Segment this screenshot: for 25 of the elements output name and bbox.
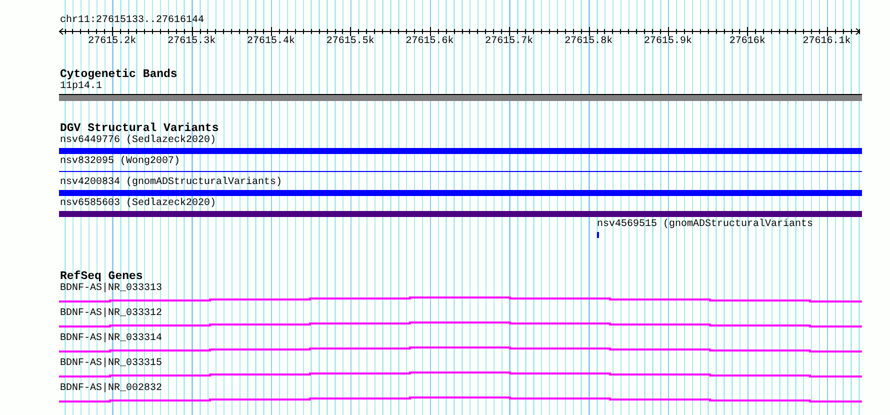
variant-label: nsv6585603 (Sedlazeck2020) [60, 198, 216, 210]
tick-label: 27615.6k [406, 36, 454, 48]
variant-label: nsv6449776 (Sedlazeck2020) [60, 135, 216, 147]
variant-label: nsv4200834 (gnomADStructuralVariants) [60, 177, 282, 189]
tick-label: 27615.5k [326, 36, 374, 48]
track-title: DGV Structural Variants [60, 122, 219, 135]
gene-label: BDNF-AS|NR_033314 [60, 333, 162, 345]
track-title: Cytogenetic Bands [60, 68, 178, 81]
track-title: RefSeq Genes [60, 270, 143, 283]
tick-label: 27615.9k [644, 36, 692, 48]
variant-label: nsv832095 (Wong2007) [60, 156, 180, 168]
tick-label: 27615.3k [168, 36, 216, 48]
tick-label: 27615.4k [247, 36, 295, 48]
band-label: 11p14.1 [60, 81, 102, 93]
gene-label: BDNF-AS|NR_033315 [60, 358, 162, 370]
variant-label: nsv4569515 (gnomADStructuralVariants [597, 219, 814, 231]
tick-label: 27615.2k [88, 36, 136, 48]
gene-label: BDNF-AS|NR_033313 [60, 283, 162, 295]
tick-label: 27615.8k [564, 36, 613, 48]
gene-label: BDNF-AS|NR_033312 [60, 308, 162, 320]
tick-label: 27616.1k [802, 36, 851, 48]
location-label: chr11:27615133..27616144 [60, 15, 204, 27]
gene-label: BDNF-AS|NR_002832 [60, 383, 162, 395]
tick-label: 27616k [729, 36, 766, 48]
tick-label: 27615.7k [485, 36, 534, 48]
